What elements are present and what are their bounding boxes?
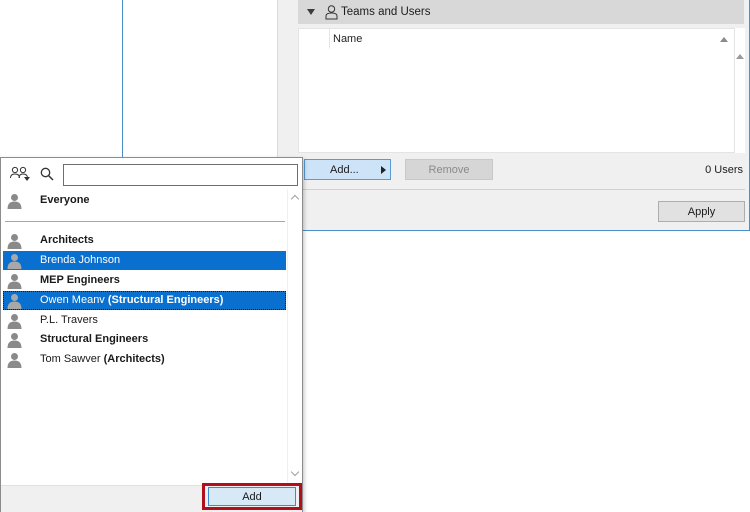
name-column-header[interactable]: Name [329,29,734,49]
scroll-down-icon[interactable] [290,467,300,477]
member-list-scrollbar[interactable] [287,189,302,485]
team-user-icon[interactable] [9,166,31,182]
collapse-triangle-icon[interactable] [307,9,315,15]
list-item-user[interactable]: Tom Sawver (Architects) [3,350,286,369]
member-list[interactable]: Everyone Architects Brenda Johnson MEP E… [1,189,287,485]
list-item-user[interactable]: Owen Meanv (Structural Engineers) [3,291,286,310]
name-column-label: Name [333,32,363,45]
divider [298,189,745,190]
person-icon [7,194,22,209]
person-icon [7,333,22,348]
add-menu-label: Add... [330,163,359,176]
item-team-label: (Architects) [103,353,165,365]
item-team-label: (Structural Engineers) [107,294,224,306]
list-item-user[interactable]: P.L. Travers [3,311,286,330]
person-icon [7,234,22,249]
person-icon [7,314,22,329]
list-separator [5,221,285,222]
item-label: Everyone [40,194,90,206]
search-icon [40,167,54,181]
item-label: Owen Meanv (Structural Engineers) [40,294,224,306]
user-count: 0 Users [705,164,743,176]
item-label: MEP Engineers [40,274,120,286]
item-label: P.L. Travers [40,314,98,326]
list-item-team[interactable]: Structural Engineers [3,330,286,349]
scroll-up-icon[interactable] [736,54,744,59]
item-label: Structural Engineers [40,333,149,345]
list-item-user[interactable]: Brenda Johnson [3,251,286,270]
add-button[interactable]: Add [208,487,296,506]
apply-button[interactable]: Apply [658,201,745,222]
person-icon [325,4,338,19]
list-item-everyone[interactable]: Everyone [3,191,286,210]
person-icon [7,254,22,269]
teams-and-users-header[interactable]: Teams and Users [298,0,744,24]
popup-toolbar [1,158,302,188]
submenu-arrow-icon [381,166,386,174]
scroll-up-icon[interactable] [290,194,300,204]
list-item-team[interactable]: MEP Engineers [3,271,286,290]
users-list-scrollbar[interactable] [735,28,745,153]
person-icon [7,353,22,368]
section-title: Teams and Users [341,6,431,18]
sort-arrow-icon [720,37,728,42]
remove-button[interactable]: Remove [405,159,493,180]
add-menu-button[interactable]: Add... [304,159,391,180]
item-label: Tom Sawver (Architects) [40,353,165,365]
search-input[interactable] [63,164,298,186]
item-label: Brenda Johnson [40,254,121,266]
person-icon [7,294,22,309]
item-label: Architects [40,234,94,246]
users-list[interactable]: Name [298,28,735,153]
person-icon [7,274,22,289]
list-item-team[interactable]: Architects [3,231,286,250]
add-users-popup: Everyone Architects Brenda Johnson MEP E… [0,157,303,512]
